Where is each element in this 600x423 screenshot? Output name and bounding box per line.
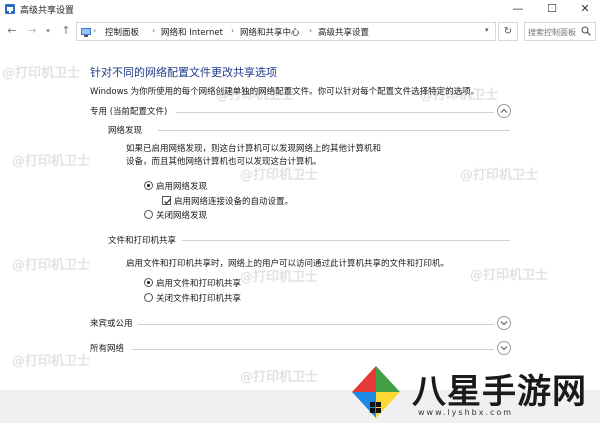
breadcrumb-separator: › bbox=[231, 26, 235, 35]
refresh-button[interactable]: ↻ bbox=[498, 22, 518, 41]
network-discovery-on-option[interactable]: 启用网络发现 bbox=[144, 180, 244, 192]
divider bbox=[138, 324, 494, 325]
radio-selected[interactable] bbox=[144, 278, 153, 287]
network-discovery-header: 网络发现 bbox=[108, 124, 510, 136]
watermark: @打印机卫士 bbox=[12, 258, 91, 273]
private-profile-label: 专用 (当前配置文件) bbox=[90, 107, 168, 117]
checkbox-checked[interactable] bbox=[162, 196, 171, 205]
file-sharing-off-option[interactable]: 关闭文件和打印机共享 bbox=[144, 292, 264, 304]
breadcrumb-advanced-sharing[interactable]: 高级共享设置 bbox=[318, 26, 369, 38]
guest-public-label: 来宾或公用 bbox=[90, 319, 133, 329]
file-printer-sharing-title: 文件和打印机共享 bbox=[108, 236, 177, 246]
search-input[interactable] bbox=[528, 25, 580, 39]
address-bar: ← → ▾ ↑ › 控制面板 › 网络和 Internet › 网络和共享中心 … bbox=[0, 20, 600, 42]
divider bbox=[176, 112, 494, 113]
radio-unselected[interactable] bbox=[144, 210, 153, 219]
network-settings-icon bbox=[5, 4, 15, 14]
control-panel-icon bbox=[81, 28, 91, 37]
file-sharing-on-label: 启用文件和打印机共享 bbox=[156, 279, 242, 289]
divider bbox=[132, 349, 494, 350]
forward-button[interactable]: → bbox=[26, 25, 38, 37]
watermark: @打印机卫士 bbox=[2, 66, 81, 81]
radio-selected[interactable] bbox=[144, 181, 153, 190]
maximize-button[interactable]: ☐ bbox=[536, 0, 568, 18]
breadcrumb-network-sharing-center[interactable]: 网络和共享中心 bbox=[240, 26, 300, 38]
watermark: @打印机卫士 bbox=[240, 370, 319, 385]
title-bar: 高级共享设置 — ☐ ✕ bbox=[0, 0, 600, 18]
page-description: Windows 为你所使用的每个网络创建单独的网络配置文件。你可以针对每个配置文… bbox=[90, 87, 480, 97]
auto-setup-option[interactable]: 启用网络连接设备的自动设置。 bbox=[162, 195, 322, 207]
page-title: 针对不同的网络配置文件更改共享选项 bbox=[90, 66, 277, 79]
breadcrumb-separator: › bbox=[152, 26, 156, 35]
network-discovery-off-option[interactable]: 关闭网络发现 bbox=[144, 209, 244, 221]
chevron-up-icon bbox=[500, 108, 508, 113]
breadcrumb-separator: › bbox=[93, 26, 97, 35]
network-discovery-off-label: 关闭网络发现 bbox=[156, 211, 208, 221]
file-sharing-off-label: 关闭文件和打印机共享 bbox=[156, 294, 242, 304]
chevron-down-icon bbox=[500, 346, 508, 351]
breadcrumb-control-panel[interactable]: 控制面板 bbox=[105, 26, 139, 38]
divider bbox=[182, 240, 510, 241]
watermark: @打印机卫士 bbox=[12, 354, 91, 369]
collapse-button[interactable] bbox=[497, 104, 511, 118]
back-button[interactable]: ← bbox=[6, 25, 18, 37]
guest-public-header[interactable]: 来宾或公用 bbox=[90, 316, 511, 331]
private-profile-header[interactable]: 专用 (当前配置文件) bbox=[90, 104, 511, 119]
watermark: @打印机卫士 bbox=[12, 154, 91, 169]
chevron-down-icon bbox=[500, 321, 508, 326]
breadcrumb-network-internet[interactable]: 网络和 Internet bbox=[161, 26, 223, 38]
minimize-button[interactable]: — bbox=[502, 0, 534, 18]
radio-unselected[interactable] bbox=[144, 293, 153, 302]
network-discovery-description: 如果已启用网络发现，则这台计算机可以发现网络上的其他计算机和设备，而且其他网络计… bbox=[126, 144, 382, 167]
logo-mark-icon bbox=[352, 366, 400, 418]
auto-setup-label: 启用网络连接设备的自动设置。 bbox=[174, 197, 294, 207]
breadcrumb-separator: › bbox=[309, 26, 313, 35]
logo-url: www.lyshbx.com bbox=[418, 408, 514, 417]
up-button[interactable]: ↑ bbox=[60, 25, 72, 37]
network-discovery-title: 网络发现 bbox=[108, 126, 143, 136]
watermark: @打印机卫士 bbox=[460, 168, 539, 183]
address-dropdown[interactable]: ▾ bbox=[485, 26, 489, 34]
logo-name: 八星手游网 bbox=[412, 372, 587, 412]
search-icon[interactable] bbox=[581, 26, 591, 36]
expand-button[interactable] bbox=[497, 341, 511, 355]
window-title: 高级共享设置 bbox=[20, 6, 75, 16]
file-sharing-on-option[interactable]: 启用文件和打印机共享 bbox=[144, 277, 264, 289]
all-networks-label: 所有网络 bbox=[90, 344, 125, 354]
recent-locations-dropdown[interactable]: ▾ bbox=[42, 25, 54, 37]
check-icon bbox=[164, 198, 171, 205]
network-discovery-on-label: 启用网络发现 bbox=[156, 182, 208, 192]
all-networks-header[interactable]: 所有网络 bbox=[90, 341, 511, 356]
search-box bbox=[524, 22, 596, 41]
address-box[interactable]: › 控制面板 › 网络和 Internet › 网络和共享中心 › 高级共享设置… bbox=[76, 22, 496, 41]
divider bbox=[158, 130, 510, 131]
file-printer-sharing-description: 启用文件和打印机共享时，网络上的用户可以访问通过此计算机共享的文件和打印机。 bbox=[126, 259, 450, 269]
close-button[interactable]: ✕ bbox=[569, 0, 600, 18]
expand-button[interactable] bbox=[497, 316, 511, 330]
file-printer-sharing-header: 文件和打印机共享 bbox=[108, 234, 510, 246]
